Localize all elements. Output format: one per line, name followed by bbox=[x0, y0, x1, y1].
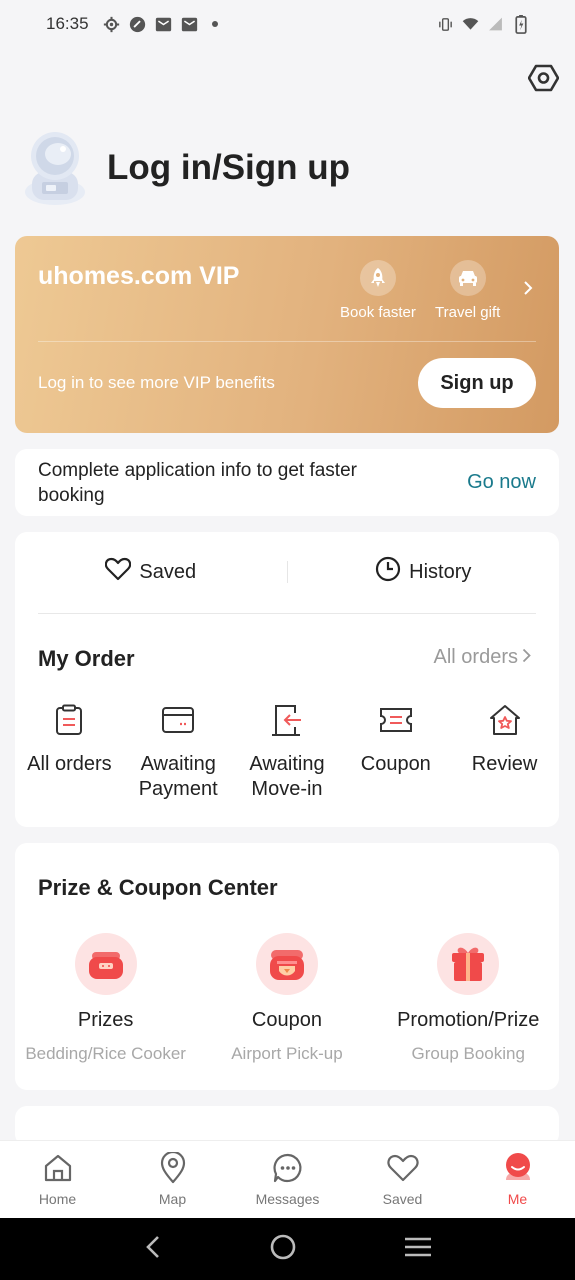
tab-saved[interactable]: Saved bbox=[345, 1141, 460, 1218]
prize-item-title: Coupon bbox=[251, 1009, 322, 1031]
order-item-label: All orders bbox=[27, 753, 112, 775]
app-status-icon bbox=[129, 16, 146, 33]
history-label: History bbox=[409, 560, 472, 583]
prize-center-title: Prize & Coupon Center bbox=[38, 875, 278, 900]
divider bbox=[38, 613, 536, 614]
order-item-label: Awaiting Payment bbox=[138, 753, 218, 800]
prize-coupon-center-card: Prize & Coupon Center Prizes Bedding/Ric… bbox=[15, 843, 559, 1090]
house-star-icon bbox=[487, 702, 523, 738]
go-now-link[interactable]: Go now bbox=[467, 471, 536, 494]
vip-benefit-travel-gift[interactable]: Travel gift bbox=[435, 260, 500, 321]
order-item-label: Awaiting Move-in bbox=[249, 753, 325, 800]
vibrate-icon bbox=[437, 16, 454, 33]
card-icon bbox=[160, 702, 196, 738]
home-icon bbox=[42, 1151, 74, 1185]
vip-benefit-label: Book faster bbox=[340, 304, 416, 321]
order-card: Saved History My Order All orders All or… bbox=[15, 532, 559, 827]
application-info-banner: Complete application info to get faster … bbox=[15, 449, 559, 516]
order-item-label: Coupon bbox=[360, 753, 431, 775]
clipboard-icon bbox=[51, 702, 87, 738]
gift-icon bbox=[437, 933, 500, 995]
tab-label: Messages bbox=[255, 1191, 320, 1207]
status-icons-left bbox=[103, 16, 224, 33]
home-circle-icon[interactable] bbox=[269, 1233, 297, 1266]
chevron-right-icon[interactable] bbox=[523, 280, 533, 301]
door-icon bbox=[269, 702, 305, 738]
tab-label: Home bbox=[38, 1191, 77, 1207]
status-bar: 16:35 bbox=[0, 0, 575, 48]
vip-title: uhomes.com VIP bbox=[38, 262, 240, 290]
signal-icon bbox=[487, 16, 504, 33]
prize-item-title: Prizes bbox=[77, 1009, 134, 1031]
saved-label: Saved bbox=[139, 560, 197, 583]
vip-card[interactable]: uhomes.com VIP Book faster Travel gift L… bbox=[15, 236, 559, 433]
tab-label: Me bbox=[507, 1191, 528, 1207]
order-item-label: Review bbox=[471, 753, 538, 775]
clock-icon bbox=[375, 556, 401, 588]
car-icon bbox=[449, 260, 486, 296]
bottom-tab-bar: Home Map Messages Saved Me bbox=[0, 1140, 575, 1218]
order-item-coupon[interactable]: Coupon bbox=[341, 702, 450, 802]
prize-item-promotion[interactable]: Promotion/Prize Group Booking bbox=[378, 933, 559, 1064]
order-item-all-orders[interactable]: All orders bbox=[15, 702, 124, 802]
status-icons-right bbox=[437, 14, 529, 34]
me-icon bbox=[502, 1151, 534, 1185]
tab-map[interactable]: Map bbox=[115, 1141, 230, 1218]
history-quick-link[interactable]: History bbox=[288, 556, 560, 588]
ticket-icon bbox=[378, 702, 414, 738]
battery-icon bbox=[512, 14, 529, 34]
back-icon[interactable] bbox=[144, 1234, 162, 1265]
mail-status-icon bbox=[181, 16, 198, 33]
vip-benefit-label: Travel gift bbox=[435, 304, 501, 321]
rice-cooker-icon bbox=[74, 933, 137, 995]
system-navigation-bar bbox=[0, 1218, 575, 1280]
login-signup-label: Log in/Sign up bbox=[107, 148, 351, 187]
settings-button[interactable] bbox=[527, 64, 559, 96]
prize-item-title: Promotion/Prize bbox=[397, 1009, 540, 1031]
profile-login-row[interactable]: Log in/Sign up bbox=[22, 130, 350, 206]
settings-icon bbox=[527, 64, 559, 97]
order-item-review[interactable]: Review bbox=[450, 702, 559, 802]
recents-icon[interactable] bbox=[404, 1236, 432, 1263]
chevron-right-icon bbox=[522, 646, 531, 669]
quick-links-row: Saved History bbox=[15, 532, 559, 612]
saved-quick-link[interactable]: Saved bbox=[15, 557, 287, 587]
tab-label: Saved bbox=[382, 1191, 423, 1207]
tab-label: Map bbox=[158, 1191, 187, 1207]
settings-status-icon bbox=[103, 16, 120, 33]
prize-item-subtitle: Group Booking bbox=[411, 1044, 525, 1063]
prize-item-prizes[interactable]: Prizes Bedding/Rice Cooker bbox=[15, 933, 196, 1064]
application-info-text: Complete application info to get faster … bbox=[38, 459, 357, 506]
order-item-awaiting-payment[interactable]: Awaiting Payment bbox=[124, 702, 233, 802]
my-order-title: My Order bbox=[38, 646, 135, 671]
prize-item-subtitle: Bedding/Rice Cooker bbox=[25, 1044, 186, 1063]
order-status-items: All orders Awaiting Payment Awaiting Mov… bbox=[15, 702, 559, 802]
vip-benefit-book-faster[interactable]: Book faster bbox=[340, 260, 416, 321]
mail-status-icon bbox=[155, 16, 172, 33]
vip-signup-button[interactable]: Sign up bbox=[418, 358, 536, 408]
heart-icon bbox=[386, 1151, 419, 1185]
status-time: 16:35 bbox=[46, 14, 89, 33]
tab-home[interactable]: Home bbox=[0, 1141, 115, 1218]
rocket-icon bbox=[359, 260, 396, 296]
map-pin-icon bbox=[157, 1151, 189, 1185]
chat-icon bbox=[272, 1151, 304, 1185]
heart-icon bbox=[105, 557, 132, 587]
all-orders-link[interactable]: All orders bbox=[434, 646, 531, 669]
order-item-awaiting-move-in[interactable]: Awaiting Move-in bbox=[233, 702, 342, 802]
vip-divider bbox=[38, 341, 536, 342]
all-orders-link-label: All orders bbox=[433, 646, 518, 668]
avatar bbox=[22, 130, 88, 206]
prize-items: Prizes Bedding/Rice Cooker Coupon Airpor… bbox=[15, 933, 559, 1064]
tab-me[interactable]: Me bbox=[460, 1141, 575, 1218]
tab-messages[interactable]: Messages bbox=[230, 1141, 345, 1218]
prize-item-coupon[interactable]: Coupon Airport Pick-up bbox=[196, 933, 377, 1064]
coupon-icon bbox=[255, 933, 318, 995]
prize-item-subtitle: Airport Pick-up bbox=[231, 1044, 343, 1063]
wifi-icon bbox=[462, 16, 479, 33]
vip-subtitle: Log in to see more VIP benefits bbox=[38, 373, 275, 392]
dot-status-icon bbox=[207, 16, 224, 33]
